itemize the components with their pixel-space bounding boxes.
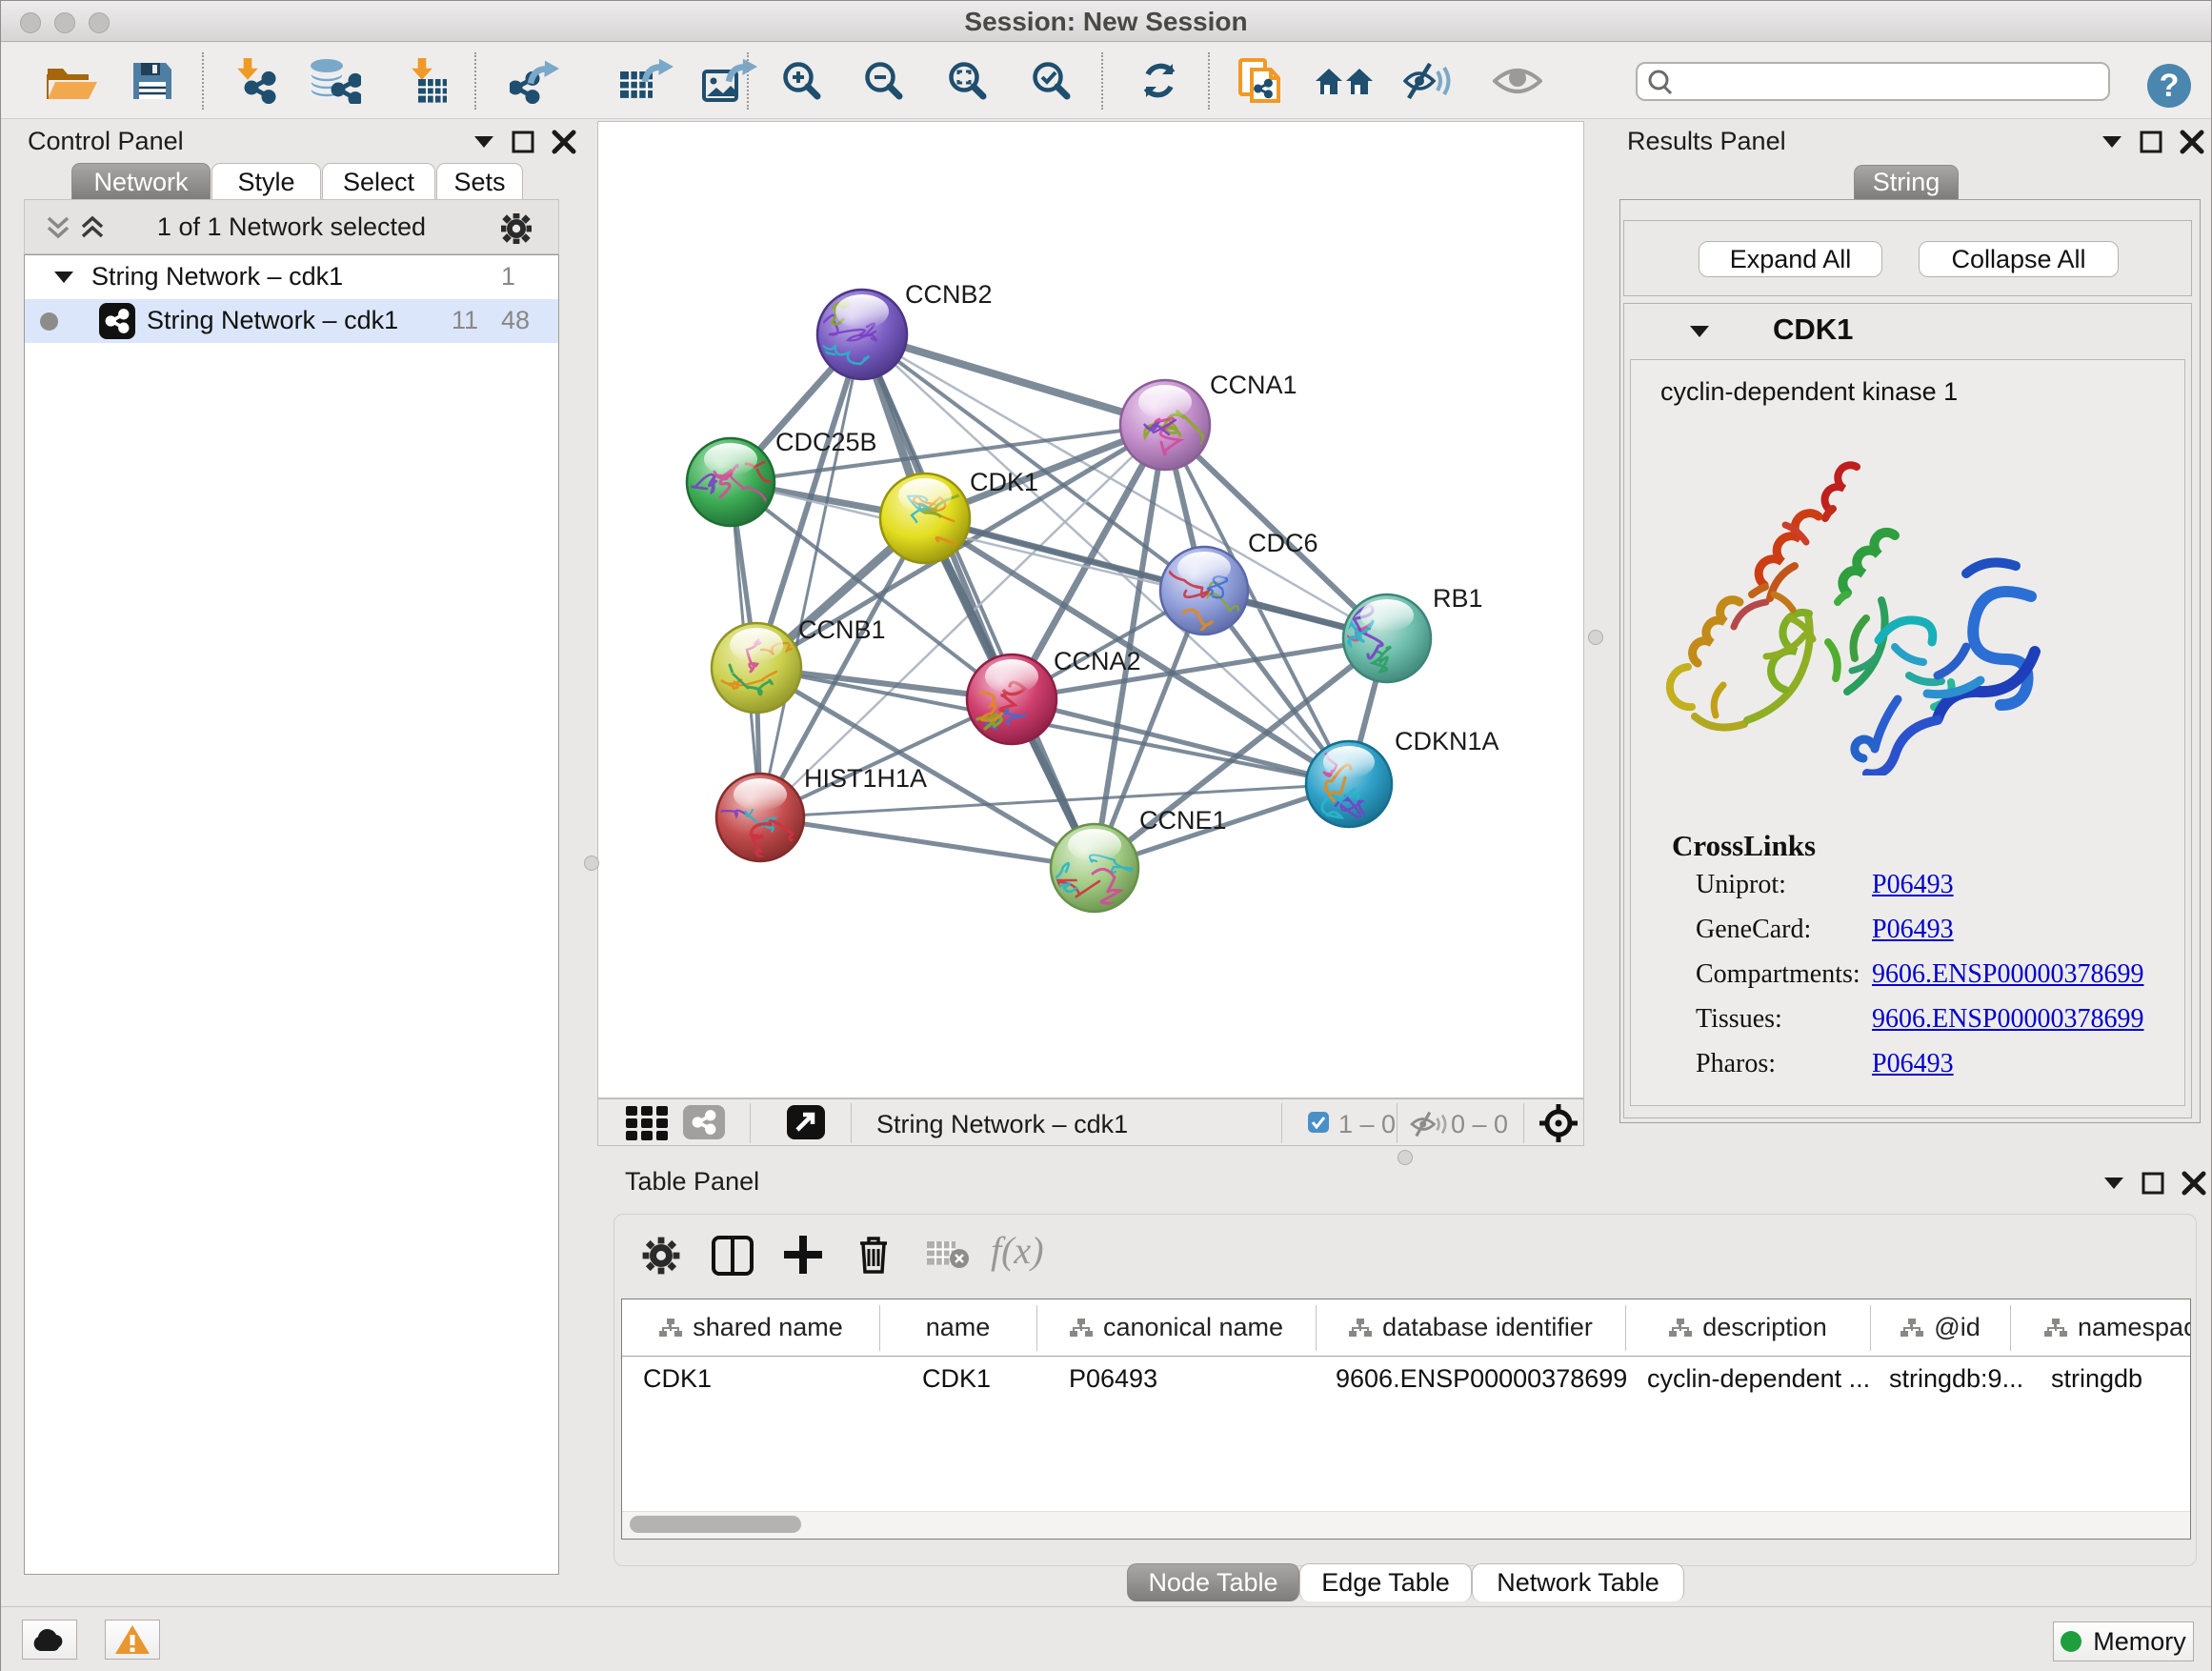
svg-text:HIST1H1A: HIST1H1A bbox=[804, 764, 927, 793]
svg-text:CDC6: CDC6 bbox=[1248, 529, 1318, 557]
svg-text:CDK1: CDK1 bbox=[970, 468, 1038, 496]
svg-text:CCNB2: CCNB2 bbox=[905, 280, 993, 309]
svg-text:CCNB1: CCNB1 bbox=[798, 615, 886, 644]
svg-text:CCNA2: CCNA2 bbox=[1054, 647, 1141, 675]
svg-text:CCNE1: CCNE1 bbox=[1139, 806, 1227, 835]
svg-text:CCNA1: CCNA1 bbox=[1210, 371, 1297, 399]
svg-text:RB1: RB1 bbox=[1433, 584, 1483, 613]
svg-text:CDC25B: CDC25B bbox=[775, 428, 877, 456]
svg-text:CDKN1A: CDKN1A bbox=[1395, 727, 1499, 755]
